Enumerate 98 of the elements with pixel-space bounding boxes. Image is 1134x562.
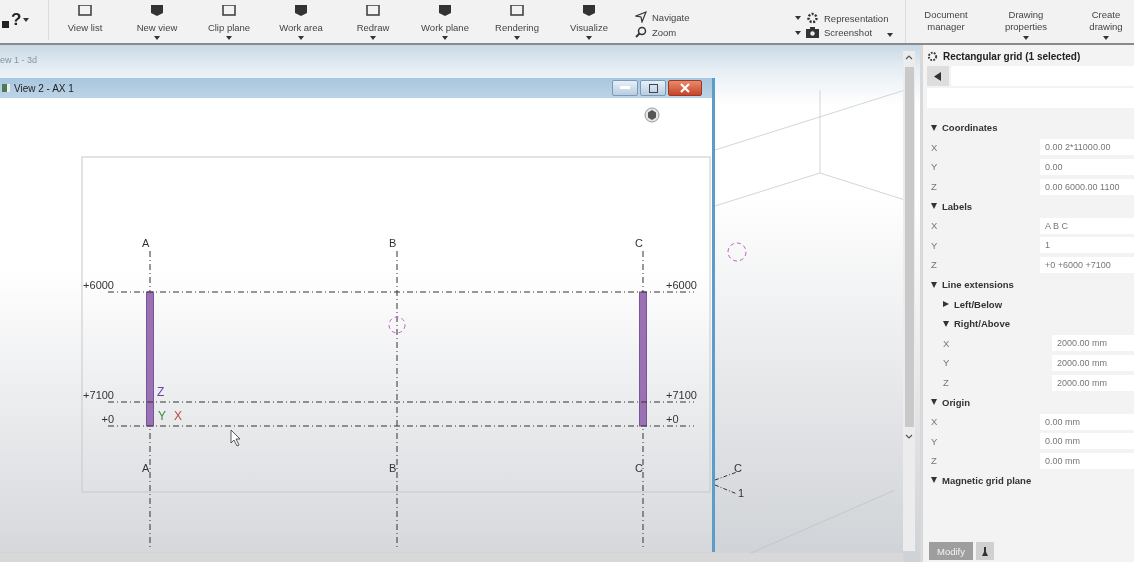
property-label: Y (931, 161, 939, 173)
section-header[interactable]: Line extensions (942, 279, 1014, 291)
selection-marker (388, 316, 406, 334)
property-label: Z (931, 259, 938, 271)
property-label: Y (931, 435, 939, 447)
grid-line[interactable] (107, 425, 695, 427)
ribbon-button[interactable]: Zoom (652, 26, 677, 38)
camera-icon (806, 27, 819, 38)
property-value[interactable]: 2000.00 mm (1052, 335, 1134, 352)
ribbon-button[interactable]: Work area (265, 5, 337, 40)
caret-icon (887, 33, 893, 37)
grid-label: +7100 (666, 389, 697, 401)
axis-label: Y (158, 409, 166, 423)
property-value[interactable]: +0 +6000 +7100 (1040, 256, 1134, 273)
grid-label: +6000 (666, 279, 697, 291)
pin-icon (982, 546, 988, 556)
cursor-icon (230, 429, 241, 447)
back-button[interactable] (927, 66, 949, 86)
section-header[interactable]: Right/Above (954, 318, 1010, 330)
expand-arrow-icon[interactable] (931, 203, 937, 210)
ribbon-button[interactable]: Screenshot (824, 27, 873, 38)
arrow-icon (635, 11, 647, 23)
expand-arrow-icon[interactable] (943, 301, 949, 308)
property-value[interactable]: 0.00 mm (1040, 413, 1134, 430)
close-button[interactable] (668, 80, 702, 96)
grid-label: +0 (666, 413, 679, 425)
grid-label: C (635, 462, 643, 474)
ribbon-button[interactable]: View list (49, 5, 121, 40)
grid-label: A (142, 462, 150, 474)
section-header[interactable]: Labels (942, 200, 973, 212)
grid-line[interactable] (396, 250, 398, 550)
minimize-icon (620, 86, 630, 90)
search-icon (635, 26, 647, 38)
section-header[interactable]: Left/Below (954, 298, 1003, 310)
expand-arrow-icon[interactable] (931, 281, 937, 288)
help-button[interactable]: ? (11, 10, 22, 30)
ribbon-button[interactable]: Document manager (906, 9, 986, 40)
maximize-button[interactable] (640, 80, 666, 96)
property-label: Z (931, 455, 938, 467)
ribbon-button[interactable]: New view (121, 5, 193, 40)
property-label: X (943, 337, 951, 349)
window-title: View 2 - AX 1 (14, 82, 74, 94)
property-value[interactable]: 2000.00 mm (1052, 374, 1134, 391)
ribbon-button[interactable]: Rendering (481, 5, 553, 40)
grid-label: B (389, 462, 397, 474)
ribbon-button[interactable]: Drawing properties (986, 9, 1066, 40)
grid-label: +7100 (83, 389, 114, 401)
ribbon-button[interactable]: Visualize (553, 5, 625, 40)
pick-button[interactable] (976, 542, 994, 560)
ribbon-button[interactable]: Create drawing (1066, 9, 1134, 40)
horizontal-scrollbar[interactable] (0, 553, 903, 562)
property-label: Z (931, 181, 938, 193)
expand-arrow-icon[interactable] (931, 477, 937, 484)
section-header[interactable]: Origin (942, 396, 970, 408)
grid-label: C (635, 237, 643, 249)
property-value[interactable]: 1 (1040, 237, 1134, 254)
ribbon-button[interactable]: Representation (824, 12, 889, 24)
property-value[interactable]: 0.00 (1040, 159, 1134, 175)
vertical-scrollbar[interactable] (903, 51, 915, 551)
section-header[interactable]: Magnetic grid plane (942, 475, 1032, 486)
ribbon-button[interactable]: Redraw (337, 5, 409, 40)
ribbon-button[interactable]: Clip plane (193, 5, 265, 40)
grid-line[interactable] (107, 291, 695, 293)
property-label: X (931, 141, 939, 153)
property-value[interactable]: 2000.00 mm (1052, 354, 1134, 371)
expand-arrow-icon[interactable] (931, 124, 937, 131)
grid-label: B (389, 237, 397, 249)
property-label: X (931, 416, 939, 428)
property-label: Y (931, 239, 939, 251)
property-value[interactable]: 0.00 2*11000.00 (1040, 139, 1134, 156)
grid-3d-drawing: C 1 (715, 90, 905, 562)
panel-title: Rectangular grid (1 selected) (943, 51, 1081, 62)
view-icon (2, 84, 10, 92)
left-triangle-icon (934, 71, 942, 81)
expand-arrow-icon[interactable] (931, 399, 937, 406)
property-label: X (931, 220, 939, 232)
axis-label: X (174, 409, 182, 423)
property-value[interactable]: A B C (1040, 217, 1134, 234)
expand-arrow-icon[interactable] (943, 320, 949, 327)
property-value[interactable]: 0.00 6000.00 1100 (1040, 178, 1134, 195)
grid-label: A (142, 237, 150, 249)
section-header[interactable]: Coordinates (942, 122, 998, 134)
close-icon (680, 83, 690, 93)
square-icon (2, 20, 9, 28)
property-label: Y (943, 357, 951, 369)
gear-icon (927, 51, 938, 62)
grid-label: +0 (101, 413, 114, 425)
property-value[interactable]: 0.00 mm (1040, 433, 1134, 450)
grid-line[interactable] (107, 401, 695, 403)
ribbon-button[interactable]: Work plane (409, 5, 481, 40)
gear-icon (806, 12, 819, 24)
grid-label: +6000 (83, 279, 114, 291)
property-label: Z (943, 377, 950, 388)
ribbon-button[interactable]: Navigate (652, 11, 690, 23)
property-value[interactable]: 0.00 mm (1040, 452, 1134, 469)
caret-icon (23, 18, 30, 22)
maximize-icon (648, 83, 658, 93)
axis-label: Z (157, 385, 165, 399)
